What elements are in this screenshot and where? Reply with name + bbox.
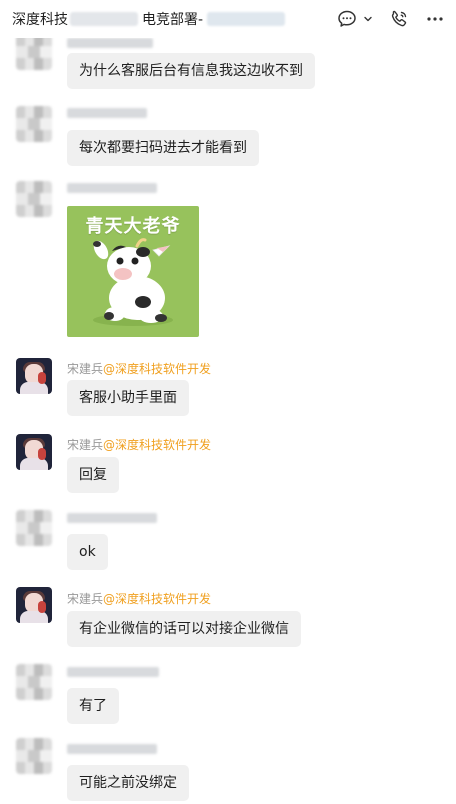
avatar[interactable]: [16, 664, 52, 700]
sender-name: 宋建兵 @深度科技软件开发: [67, 590, 211, 607]
sender-name-text: 宋建兵: [67, 438, 104, 452]
more-icon[interactable]: [424, 8, 446, 30]
chat-icon[interactable]: [336, 8, 358, 30]
sticker-image[interactable]: 青天大老爷: [67, 206, 199, 337]
avatar[interactable]: [16, 358, 52, 394]
sender-org-tag: @深度科技软件开发: [103, 592, 212, 606]
sender-name-text: 宋建兵: [67, 592, 104, 606]
redacted-title-segment: [207, 12, 286, 26]
avatar[interactable]: [16, 587, 52, 623]
message-list[interactable]: 为什么客服后台有信息我这边收不到 每次都要扫码进去才能看到 青天大老爷 宋建兵 …: [0, 38, 456, 804]
avatar[interactable]: [16, 38, 52, 70]
avatar[interactable]: [16, 434, 52, 470]
message-bubble[interactable]: ok: [67, 534, 108, 570]
sender-name: [67, 108, 147, 118]
sticker-caption: 青天大老爷: [85, 216, 181, 237]
message-bubble[interactable]: 有了: [67, 688, 119, 724]
message-bubble[interactable]: 有企业微信的话可以对接企业微信: [67, 611, 301, 647]
sender-org-tag: @深度科技软件开发: [103, 362, 212, 376]
redacted-title-segment: [70, 12, 138, 26]
message-bubble[interactable]: 客服小助手里面: [67, 380, 189, 416]
message-bubble[interactable]: 每次都要扫码进去才能看到: [67, 130, 259, 166]
sender-name: 宋建兵 @深度科技软件开发: [67, 360, 211, 377]
avatar[interactable]: [16, 738, 52, 774]
header-actions: [336, 8, 446, 30]
sender-name: [67, 38, 153, 48]
message-bubble[interactable]: 可能之前没绑定: [67, 765, 189, 801]
avatar[interactable]: [16, 510, 52, 546]
chat-title: 深度科技 电竞部署-: [12, 8, 286, 30]
phone-icon[interactable]: [388, 8, 410, 30]
avatar[interactable]: [16, 181, 52, 217]
sender-org-tag: @深度科技软件开发: [103, 438, 212, 452]
chat-title-middle: 电竞部署-: [142, 12, 204, 28]
sender-name: [67, 513, 157, 523]
chat-title-prefix: 深度科技: [12, 12, 68, 28]
sender-name: [67, 667, 159, 677]
sender-name: [67, 183, 157, 193]
message-bubble[interactable]: 为什么客服后台有信息我这边收不到: [67, 53, 315, 89]
sender-name-text: 宋建兵: [67, 362, 104, 376]
sender-name: 宋建兵 @深度科技软件开发: [67, 436, 211, 453]
avatar[interactable]: [16, 106, 52, 142]
chat-header: 深度科技 电竞部署-: [0, 0, 456, 38]
message-bubble[interactable]: 回复: [67, 457, 119, 493]
chevron-down-icon[interactable]: [362, 8, 374, 30]
sender-name: [67, 744, 157, 754]
